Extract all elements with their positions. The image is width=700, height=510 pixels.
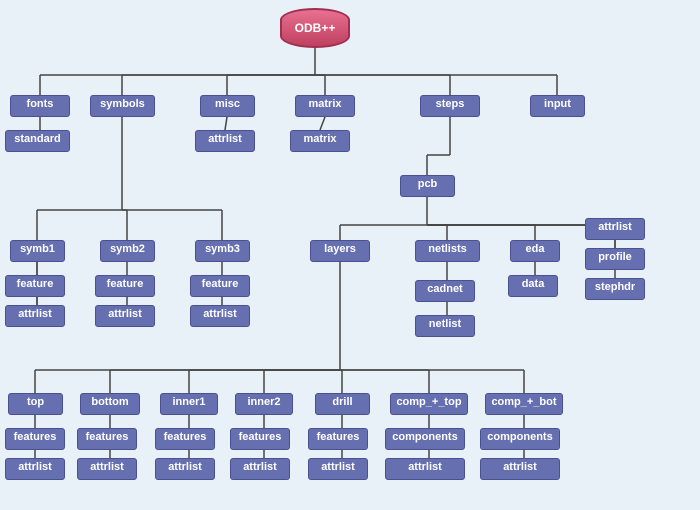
- node-matrix2: matrix: [290, 130, 350, 152]
- node-input: input: [530, 95, 585, 117]
- node-inner2: inner2: [235, 393, 293, 415]
- node-attrl_ct: attrlist: [385, 458, 465, 480]
- node-attrl_cb: attrlist: [480, 458, 560, 480]
- node-attrl_top: attrlist: [5, 458, 65, 480]
- node-feat_in2: features: [230, 428, 290, 450]
- node-comppbot: comp_+_bot: [485, 393, 563, 415]
- node-feat_bot: features: [77, 428, 137, 450]
- node-cadnet: cadnet: [415, 280, 475, 302]
- node-symb3: symb3: [195, 240, 250, 262]
- node-feat_top: features: [5, 428, 65, 450]
- node-comp_bot: components: [480, 428, 560, 450]
- node-symb1: symb1: [10, 240, 65, 262]
- node-feat1: feature: [5, 275, 65, 297]
- node-symb2: symb2: [100, 240, 155, 262]
- node-inner1: inner1: [160, 393, 218, 415]
- node-steps: steps: [420, 95, 480, 117]
- node-attrl_drl: attrlist: [308, 458, 368, 480]
- node-profile: profile: [585, 248, 645, 270]
- node-netlist: netlist: [415, 315, 475, 337]
- node-pcb: pcb: [400, 175, 455, 197]
- node-attrl2: attrlist: [95, 305, 155, 327]
- node-drill: drill: [315, 393, 370, 415]
- node-feat2: feature: [95, 275, 155, 297]
- node-feat_drl: features: [308, 428, 368, 450]
- node-attrl_in2: attrlist: [230, 458, 290, 480]
- node-attrl_bot: attrlist: [77, 458, 137, 480]
- node-attrl_in1: attrlist: [155, 458, 215, 480]
- node-compptop: comp_+_top: [390, 393, 468, 415]
- node-attrlist2: attrlist: [585, 218, 645, 240]
- node-layers: layers: [310, 240, 370, 262]
- node-attrlist1: attrlist: [195, 130, 255, 152]
- node-misc: misc: [200, 95, 255, 117]
- node-symbols: symbols: [90, 95, 155, 117]
- node-matrix: matrix: [295, 95, 355, 117]
- node-stephdr: stephdr: [585, 278, 645, 300]
- tree-container: ODB++ fonts symbols misc matrix steps input sta…: [0, 0, 700, 510]
- node-eda: eda: [510, 240, 560, 262]
- node-feat3: feature: [190, 275, 250, 297]
- node-data: data: [508, 275, 558, 297]
- node-attrl3: attrlist: [190, 305, 250, 327]
- node-top: top: [8, 393, 63, 415]
- node-standard: standard: [5, 130, 70, 152]
- node-bottom: bottom: [80, 393, 140, 415]
- node-attrl1: attrlist: [5, 305, 65, 327]
- node-comp_top: components: [385, 428, 465, 450]
- node-feat_in1: features: [155, 428, 215, 450]
- node-netlists: netlists: [415, 240, 480, 262]
- root-node: ODB++: [280, 8, 350, 48]
- node-fonts: fonts: [10, 95, 70, 117]
